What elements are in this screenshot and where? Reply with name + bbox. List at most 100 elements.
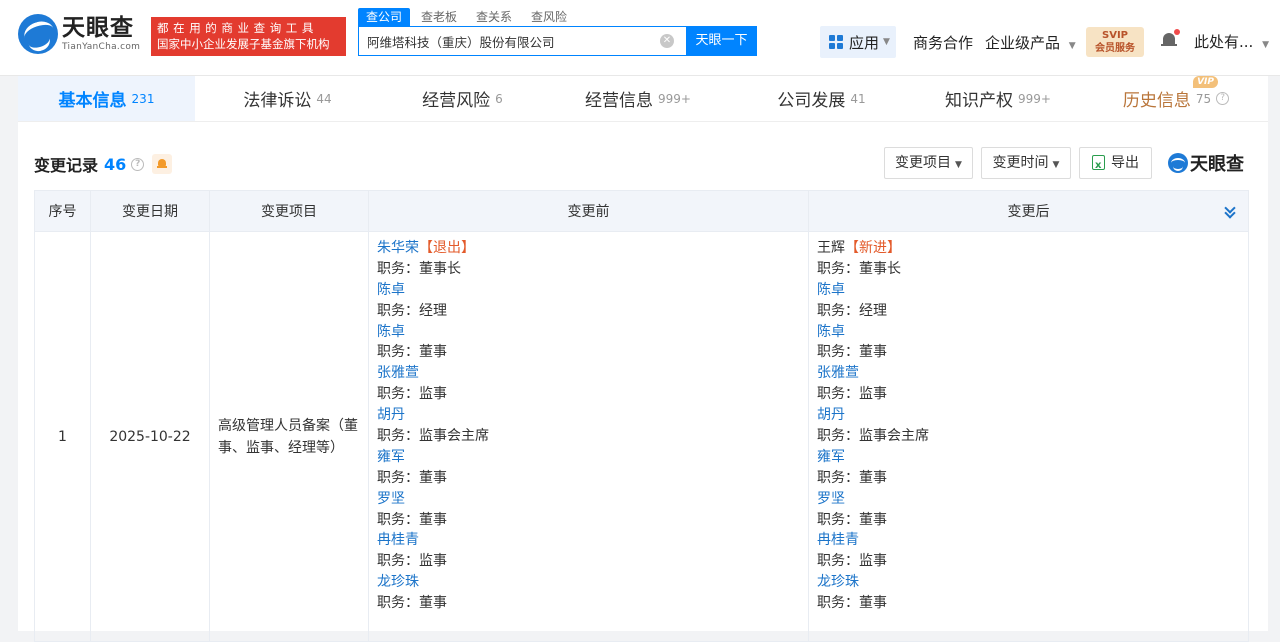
excel-icon xyxy=(1092,151,1105,181)
help-icon[interactable]: ? xyxy=(1216,92,1230,105)
chevron-down-icon: ▼ xyxy=(883,37,890,47)
tab-count: 999+ xyxy=(1018,91,1051,106)
change-records-table: 序号 变更日期 变更项目 变更前 变更后 1 2025-10-22 高级管理人员… xyxy=(34,190,1249,642)
person-role: 职务：董事 xyxy=(817,595,887,612)
person-link[interactable]: 龙珍珠 xyxy=(377,572,800,593)
person-link[interactable]: 张雅萱 xyxy=(817,363,1240,384)
row-change-item: 高级管理人员备案（董事、监事、经理等） xyxy=(209,231,369,642)
person-role: 职务：监事 xyxy=(817,553,887,570)
brand-text: 天眼查 xyxy=(1190,154,1244,175)
search-tab-company[interactable]: 查公司 xyxy=(358,8,411,26)
nav-enterprise-label: 企业级产品 xyxy=(985,34,1061,52)
tab-development[interactable]: 公司发展 41 xyxy=(731,76,912,121)
person-link[interactable]: 胡丹 xyxy=(377,405,800,426)
col-header-after: 变更后 xyxy=(808,190,1249,232)
nav-enterprise-products[interactable]: 企业级产品 ▼ xyxy=(985,32,1076,53)
person-link[interactable]: 罗坚 xyxy=(377,489,800,510)
filter-change-item[interactable]: 变更项目 ▼ xyxy=(884,147,973,179)
person-link[interactable]: 雍军 xyxy=(377,447,800,468)
user-menu[interactable]: 此处有... ▼ xyxy=(1194,31,1269,52)
table-header-row: 序号 变更日期 变更项目 变更前 变更后 xyxy=(34,190,1249,232)
person-link[interactable]: 陈卓 xyxy=(817,280,1240,301)
apps-label: 应用 xyxy=(849,33,880,52)
table-row: 1 2025-10-22 高级管理人员备案（董事、监事、经理等） 朱华荣【退出】… xyxy=(34,231,1249,642)
person-link[interactable]: 胡丹 xyxy=(817,405,1240,426)
person-link[interactable]: 冉桂青 xyxy=(817,530,1240,551)
person-link[interactable]: 罗坚 xyxy=(817,489,1240,510)
person-name: 王辉 xyxy=(817,240,845,256)
person-role: 职务：董事 xyxy=(817,469,887,486)
person-link[interactable]: 龙珍珠 xyxy=(817,572,1240,593)
chevron-down-icon: ▼ xyxy=(1262,40,1270,50)
tab-count: 41 xyxy=(850,91,866,106)
person-role: 职务：监事 xyxy=(377,553,447,570)
exit-tag: 【退出】 xyxy=(419,240,475,256)
help-icon[interactable]: ? xyxy=(131,157,145,171)
tab-label: 公司发展 xyxy=(777,91,846,111)
search-mode-tabs: 查公司 查老板 查关系 查风险 xyxy=(358,8,578,26)
person-role: 职务：监事会主席 xyxy=(817,428,929,445)
apps-button[interactable]: 应用 ▼ xyxy=(820,26,896,58)
search-tab-risk[interactable]: 查风险 xyxy=(523,8,575,26)
search-box: ✕ xyxy=(358,26,686,56)
search-button[interactable]: 天眼一下 xyxy=(686,26,757,56)
tianyancha-logo[interactable]: 天眼查 TianYanCha.com xyxy=(18,14,140,54)
tab-basic-info[interactable]: 基本信息 231 xyxy=(18,76,195,121)
col-header-before: 变更前 xyxy=(368,190,809,232)
logo-mark-icon xyxy=(18,14,58,54)
logo-url: TianYanCha.com xyxy=(62,41,141,52)
search-input[interactable] xyxy=(359,27,649,55)
person-link[interactable]: 陈卓 xyxy=(377,322,800,343)
monitor-bell-icon[interactable] xyxy=(152,154,173,174)
section-title: 变更记录 xyxy=(34,156,99,175)
person-link[interactable]: 朱华荣 xyxy=(377,240,419,256)
person-link[interactable]: 陈卓 xyxy=(377,280,800,301)
tab-label: 知识产权 xyxy=(945,91,1014,111)
person-role: 职务：监事 xyxy=(377,386,447,403)
col-header-index: 序号 xyxy=(34,190,91,232)
person-link[interactable]: 冉桂青 xyxy=(377,530,800,551)
nav-business-cooperation[interactable]: 商务合作 xyxy=(913,32,973,53)
tab-history[interactable]: VIP 历史信息 75 ? xyxy=(1084,76,1268,121)
chevron-down-icon: ▼ xyxy=(955,160,962,170)
tab-label: 经营风险 xyxy=(422,91,491,111)
row-after: 王辉【新进】 职务：董事长 陈卓 职务：经理 陈卓 职务：董事 张雅萱 职务：监… xyxy=(808,231,1249,642)
search-tab-relation[interactable]: 查关系 xyxy=(468,8,520,26)
svip-label: SVIP xyxy=(1102,30,1128,41)
tab-ip[interactable]: 知识产权 999+ xyxy=(912,76,1084,121)
filter-label: 变更时间 xyxy=(992,155,1049,171)
col-header-item: 变更项目 xyxy=(209,190,369,232)
tab-operating-risk[interactable]: 经营风险 6 xyxy=(380,76,545,121)
svip-member-button[interactable]: SVIP 会员服务 xyxy=(1086,27,1144,57)
new-tag: 【新进】 xyxy=(845,240,901,256)
tab-operating-info[interactable]: 经营信息 999+ xyxy=(545,76,731,121)
person-link[interactable]: 张雅萱 xyxy=(377,363,800,384)
person-role: 职务：董事长 xyxy=(817,260,901,277)
tab-legal[interactable]: 法律诉讼 44 xyxy=(195,76,380,121)
tab-count: 6 xyxy=(495,91,503,106)
logo-mark-icon xyxy=(1168,153,1188,173)
slogan-banner: 都在用的商业查询工具 国家中小企业发展子基金旗下机构 xyxy=(151,17,346,56)
filter-change-time[interactable]: 变更时间 ▼ xyxy=(981,147,1071,179)
person-role: 职务：董事 xyxy=(377,344,447,361)
tab-count: 231 xyxy=(131,91,155,106)
row-index: 1 xyxy=(34,231,91,642)
section-header: 变更记录 46 ? xyxy=(34,152,173,176)
person-role: 职务：董事 xyxy=(377,595,447,612)
person-role: 职务：董事 xyxy=(817,344,887,361)
person-link[interactable]: 陈卓 xyxy=(817,322,1240,343)
double-chevron-down-icon[interactable] xyxy=(1224,204,1236,218)
tab-label: 基本信息 xyxy=(58,91,127,111)
clear-icon[interactable]: ✕ xyxy=(660,34,674,48)
export-button[interactable]: 导出 xyxy=(1079,147,1152,181)
search-tab-boss[interactable]: 查老板 xyxy=(413,8,465,26)
notification-bell-icon[interactable] xyxy=(1161,29,1180,48)
person-link[interactable]: 雍军 xyxy=(817,447,1240,468)
tab-count: 999+ xyxy=(658,91,691,106)
person-role: 职务：董事 xyxy=(377,511,447,528)
svip-sublabel: 会员服务 xyxy=(1095,43,1135,54)
tab-label: 经营信息 xyxy=(585,91,654,111)
person-role: 职务：董事 xyxy=(377,469,447,486)
export-label: 导出 xyxy=(1111,155,1139,171)
chevron-down-icon: ▼ xyxy=(1068,41,1076,51)
